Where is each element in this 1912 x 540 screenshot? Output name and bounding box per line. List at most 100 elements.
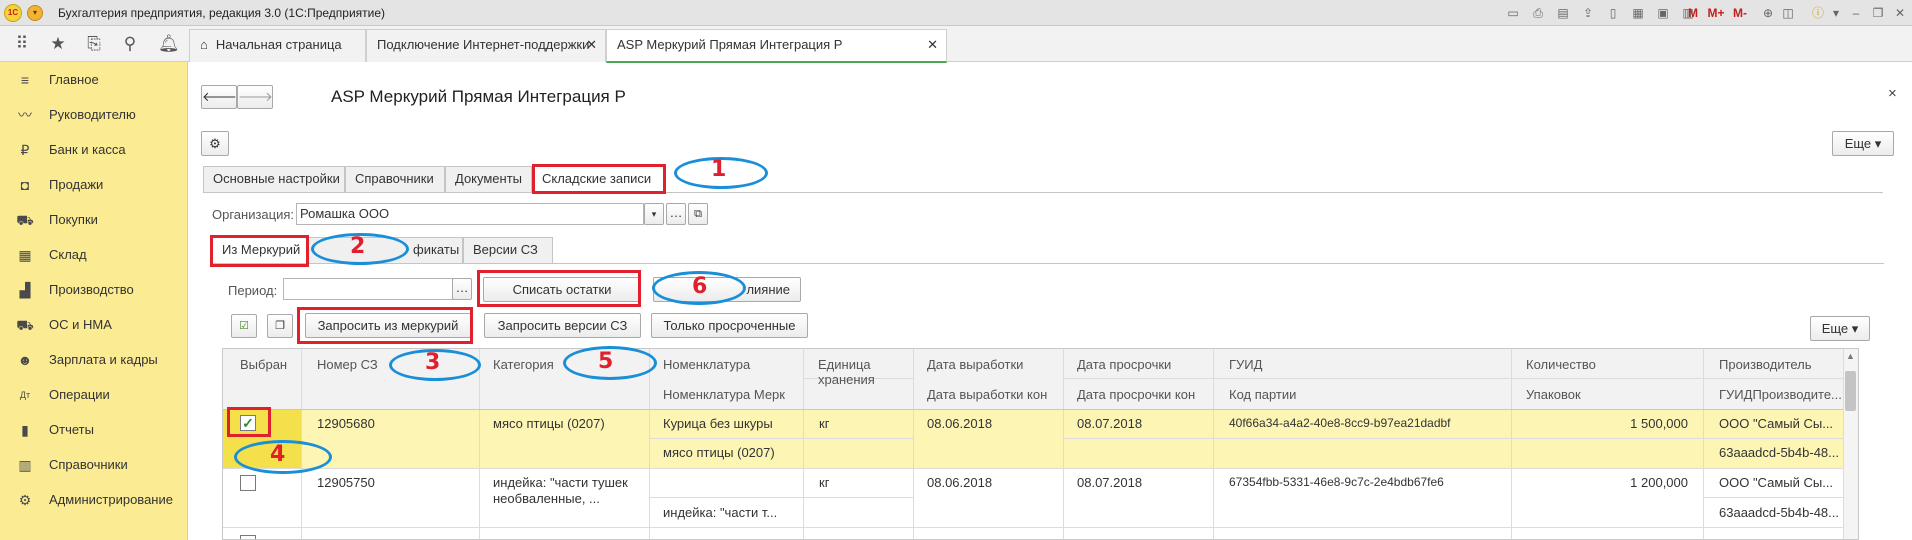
cell-guid[interactable]: 40f66a34-a4a2-40e8-8cc9-b97ea21dadbf [1229, 416, 1451, 430]
cell-quantity[interactable]: 1 200,000 [1526, 475, 1688, 490]
sidebar-item-main[interactable]: ≡ Главное [0, 62, 188, 97]
tab-home[interactable]: ⌂ Начальная страница [189, 29, 366, 62]
only-expired-button[interactable]: Только просроченные [651, 313, 808, 338]
cell-prod-date[interactable]: 08.06.2018 [927, 475, 992, 490]
col-header-unit[interactable]: Единица хранения [818, 357, 888, 387]
org-dropdown-button[interactable]: ▾ [644, 203, 664, 225]
org-field[interactable]: Ромашка ООО [296, 203, 644, 225]
col-header-producer-guid[interactable]: ГУИДПроизводите... [1719, 387, 1842, 402]
cell-nomenclature-merk[interactable]: индейка: "части т... [663, 505, 777, 520]
history-icon[interactable]: ⎘ [84, 34, 104, 54]
col-header-exp-date-end[interactable]: Дата просрочки кон [1077, 387, 1195, 402]
cell-exp-date[interactable]: 08.07.2018 [1077, 475, 1142, 490]
table-more-button[interactable]: Еще ▾ [1810, 316, 1870, 341]
col-header-selected[interactable]: Выбран [240, 357, 287, 372]
col-header-guid[interactable]: ГУИД [1229, 357, 1262, 372]
sidebar-item-catalogs[interactable]: ▥ Справочники [0, 447, 188, 482]
col-header-sz-number[interactable]: Номер СЗ [317, 357, 378, 372]
cell-sz-number[interactable]: 12905750 [317, 475, 375, 490]
doc-icon[interactable]: ▯ [1605, 5, 1621, 21]
restore-icon[interactable]: ❐ [1870, 5, 1886, 21]
period-select-button[interactable]: … [452, 278, 472, 300]
memory-minus-button[interactable]: M- [1729, 5, 1751, 21]
period-field[interactable] [283, 278, 453, 300]
col-header-producer[interactable]: Производитель [1719, 357, 1812, 372]
row-checkbox[interactable] [240, 475, 256, 491]
forward-button[interactable]: 🡒 [237, 85, 273, 109]
zoom-icon[interactable]: ⊕ [1760, 5, 1776, 21]
print-icon[interactable]: ⎙ [1530, 5, 1546, 21]
col-header-nomenclature-merk[interactable]: Номенклатура Мерк [663, 387, 785, 402]
col-header-packaging[interactable]: Упаковок [1526, 387, 1581, 402]
uncheck-all-button[interactable]: ❐ [267, 314, 293, 338]
org-open-button[interactable]: ⧉ [688, 203, 708, 225]
col-header-batch-code[interactable]: Код партии [1229, 387, 1296, 402]
search-icon[interactable]: ⚲ [120, 34, 140, 54]
sidebar-item-assets[interactable]: ⛟ ОС и НМА [0, 307, 188, 342]
sidebar-item-manager[interactable]: 〰 Руководителю [0, 97, 188, 132]
sidebar-item-production[interactable]: ▟ Производство [0, 272, 188, 307]
cell-exp-date[interactable]: 08.07.2018 [1077, 416, 1142, 431]
memory-m-button[interactable]: M [1682, 5, 1704, 21]
settings-button[interactable]: ⚙ [201, 131, 229, 156]
cell-producer[interactable]: ООО "Самый Сы... [1719, 416, 1841, 431]
back-button[interactable]: 🡐 [201, 85, 237, 109]
star-icon[interactable]: ★ [48, 34, 68, 54]
close-tab-icon[interactable]: ✕ [927, 30, 938, 60]
sidebar-item-warehouse[interactable]: ▦ Склад [0, 237, 188, 272]
cell-category[interactable]: мясо птицы (0207) [493, 416, 605, 431]
cell-producer-guid[interactable]: 63aaadcd-5b4b-48... [1719, 505, 1841, 520]
tab-catalogs[interactable]: Справочники [345, 166, 445, 192]
org-select-button[interactable]: … [666, 203, 686, 225]
info-icon[interactable]: ⓘ [1810, 5, 1826, 21]
cell-producer[interactable]: ООО "Самый Сы... [1719, 475, 1841, 490]
cell-nomenclature-merk[interactable]: мясо птицы (0207) [663, 445, 775, 460]
sidebar-item-salary[interactable]: ☻ Зарплата и кадры [0, 342, 188, 377]
tab-main-settings[interactable]: Основные настройки [203, 166, 345, 192]
table-icon[interactable]: ▦ [1630, 5, 1646, 21]
col-header-exp-date[interactable]: Дата просрочки [1077, 357, 1171, 372]
cell-nomenclature[interactable]: Курица без шкуры [663, 416, 773, 431]
cell-producer-guid[interactable]: 63aaadcd-5b4b-48... [1719, 445, 1841, 460]
subtab-sz-versions[interactable]: Версии СЗ [463, 237, 553, 263]
more-button[interactable]: Еще ▾ [1832, 131, 1894, 156]
cell-unit[interactable]: кг [819, 416, 829, 431]
memory-plus-button[interactable]: M+ [1704, 5, 1728, 21]
panel-icon[interactable]: ◫ [1780, 5, 1796, 21]
check-all-button[interactable]: ☑ [231, 314, 257, 338]
close-window-icon[interactable]: ✕ [1892, 5, 1908, 21]
minimize-icon[interactable]: – [1848, 5, 1864, 21]
bell-icon[interactable]: 🔔︎ [158, 34, 180, 54]
close-form-icon[interactable]: × [1888, 85, 1897, 102]
scrollbar-thumb[interactable] [1845, 371, 1856, 411]
tab-internet-support[interactable]: Подключение Интернет-поддержки ✕ [366, 29, 606, 62]
tab-documents[interactable]: Документы [445, 166, 532, 192]
request-versions-button[interactable]: Запросить версии СЗ [484, 313, 641, 338]
col-header-category[interactable]: Категория [493, 357, 554, 372]
upload-icon[interactable]: ⇪ [1580, 5, 1596, 21]
scroll-up-icon[interactable]: ▲ [1846, 351, 1855, 361]
col-header-quantity[interactable]: Количество [1526, 357, 1596, 372]
apps-grid-icon[interactable]: ⠿ [12, 34, 32, 54]
col-header-prod-date-end[interactable]: Дата выработки кон [927, 387, 1047, 402]
cell-guid[interactable]: 67354fbb-5331-46e8-9c7c-2e4bdb67fe6 [1229, 475, 1444, 489]
save-icon[interactable]: ▭ [1505, 5, 1521, 21]
cell-sz-number[interactable]: 12905680 [317, 416, 375, 431]
cell-prod-date[interactable]: 08.06.2018 [927, 416, 992, 431]
cell-unit[interactable]: кг [819, 475, 829, 490]
cell-category[interactable]: индейка: "части тушек необваленные, ... [493, 475, 643, 507]
sidebar-item-purchases[interactable]: ⛟ Покупки [0, 202, 188, 237]
sidebar-item-sales[interactable]: ◘ Продажи [0, 167, 188, 202]
cell-quantity[interactable]: 1 500,000 [1526, 416, 1688, 431]
sidebar-item-operations[interactable]: Дт Операции [0, 377, 188, 412]
col-header-prod-date[interactable]: Дата выработки [927, 357, 1023, 372]
main-menu-icon[interactable]: ▾ [27, 5, 43, 21]
row-checkbox[interactable] [240, 535, 256, 539]
col-header-nomenclature[interactable]: Номенклатура [663, 357, 750, 372]
preview-icon[interactable]: ▤ [1555, 5, 1571, 21]
sidebar-item-bank[interactable]: ₽ Банк и касса [0, 132, 188, 167]
sidebar-item-admin[interactable]: ⚙ Администрирование [0, 482, 188, 517]
sidebar-item-reports[interactable]: ▮ Отчеты [0, 412, 188, 447]
chevron-down-icon[interactable]: ▾ [1828, 5, 1844, 21]
calendar-icon[interactable]: ▣ [1655, 5, 1671, 21]
